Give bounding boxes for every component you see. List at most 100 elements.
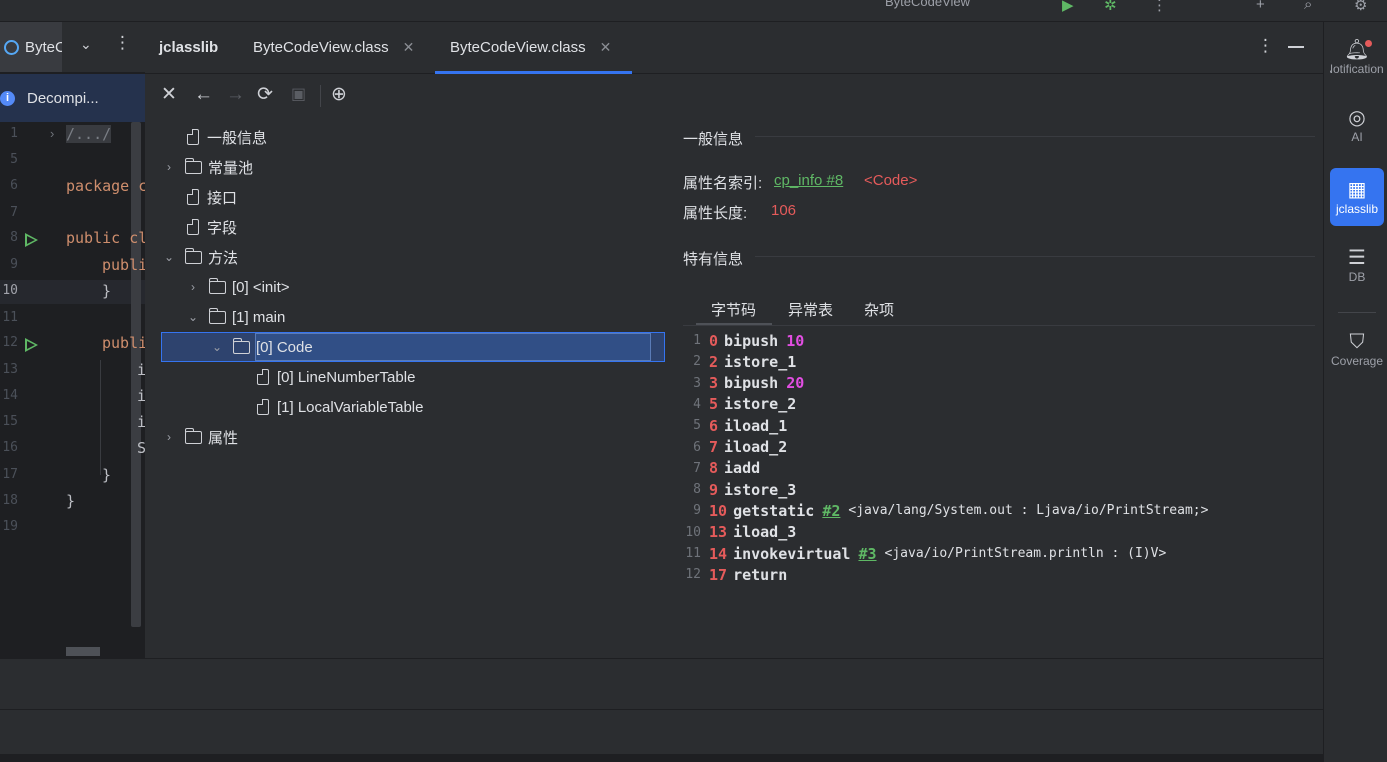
globe-icon[interactable]: ⊕ [331, 85, 347, 105]
tool-jclasslib[interactable]: ▦ jclasslib [1330, 168, 1384, 226]
bytecode-row[interactable]: 12 17 return [681, 564, 795, 585]
class-file-icon [4, 39, 19, 55]
bytecode-row[interactable]: 9 10 getstatic #2 <java/lang/System.out : Lj… [681, 500, 1208, 521]
bytecode-row[interactable]: 10 13 iload_3 [681, 522, 804, 543]
folder-icon [184, 247, 202, 264]
tree-node-fields[interactable]: 字段 [175, 212, 237, 242]
code-line[interactable]: public cl [66, 229, 147, 247]
run-class-icon[interactable] [25, 233, 38, 247]
tool-label: Notifications [1330, 62, 1384, 76]
tree-node-label: [0] Code [256, 338, 313, 356]
tree-node-method-init[interactable]: › [0] <init> [187, 272, 290, 302]
tree-node-interfaces[interactable]: 接口 [175, 182, 237, 212]
bytecode-line-number: 5 [693, 418, 701, 434]
minimize-icon[interactable] [1288, 46, 1304, 48]
add-user-icon[interactable]: + [1256, 0, 1265, 13]
run-config-selector[interactable]: ByteCodeView [885, 0, 970, 9]
file-icon [256, 398, 269, 415]
tree-node-constant-pool[interactable]: › 常量池 [163, 152, 253, 182]
fold-icon[interactable]: › [50, 126, 54, 141]
tree-node-methods[interactable]: ⌄ 方法 [163, 242, 238, 272]
file-icon [186, 218, 199, 235]
expand-arrow-icon[interactable]: › [163, 430, 175, 444]
code-line[interactable]: package c [66, 177, 147, 195]
bytecode-row[interactable]: 3 3 bipush 20 [681, 373, 804, 394]
bytecode-opcode: iload_3 [733, 523, 797, 542]
code-line[interactable]: } [66, 492, 75, 510]
close-icon[interactable]: ✕ [161, 85, 177, 105]
more-icon[interactable]: ⋮ [1257, 36, 1274, 56]
debug-icon[interactable]: ✲ [1104, 0, 1117, 14]
tool-ai[interactable]: ◎ AI [1330, 96, 1384, 154]
attr-length-value: 106 [771, 202, 797, 219]
horizontal-scrollbar[interactable] [66, 647, 100, 656]
bytecode-opcode: invokevirtual [733, 544, 851, 563]
collapse-arrow-icon[interactable]: ⌄ [211, 340, 223, 354]
bytecode-row[interactable]: 11 14 invokevirtual #3 <java/io/PrintStream.… [681, 543, 1166, 564]
settings-icon[interactable]: ⚙ [1354, 0, 1367, 14]
bytecode-row[interactable]: 4 5 istore_2 [681, 394, 804, 415]
tab-bytecodeview-class-2[interactable]: ByteCodeView.class ✕ [450, 39, 611, 56]
tree-node-local-variable-table[interactable]: [1] LocalVariableTable [245, 392, 423, 422]
bytecode-row[interactable]: 7 8 iadd [681, 458, 768, 479]
tool-db[interactable]: ☰ DB [1330, 236, 1384, 294]
tree-node-code[interactable]: ⌄ [0] Code [211, 332, 313, 362]
tab-bytecodeview-class-1[interactable]: ByteCodeView.class ✕ [253, 39, 414, 56]
tool-label: jclasslib [1335, 202, 1378, 216]
code-line[interactable]: /.../ [66, 125, 112, 143]
chevron-down-icon[interactable]: ⌄ [80, 36, 92, 53]
code-line[interactable]: } [102, 282, 111, 300]
bytecode-offset: 9 [709, 480, 719, 499]
code-line[interactable]: publi [102, 334, 147, 352]
refresh-icon[interactable]: ⟳ [257, 85, 273, 105]
active-tab-indicator [435, 71, 632, 74]
tree-node-label: [0] <init> [232, 278, 290, 296]
attr-name-index-value: <Code> [864, 172, 918, 189]
bytecode-row[interactable]: 8 9 istore_3 [681, 479, 804, 500]
constant-pool-ref-link[interactable]: #2 [822, 502, 840, 520]
tool-coverage[interactable]: ⛉ Coverage [1330, 320, 1384, 378]
tab-bytecode[interactable]: 字节码 [711, 299, 756, 320]
bytecode-row[interactable]: 2 2 istore_1 [681, 351, 804, 372]
tree-node-attributes[interactable]: › 属性 [163, 422, 238, 452]
run-icon[interactable]: ▶ [1062, 0, 1074, 14]
close-icon[interactable]: ✕ [600, 39, 612, 55]
expand-arrow-icon[interactable]: › [163, 160, 175, 174]
decompiled-banner[interactable]: i Decompi... [0, 74, 145, 122]
bytecode-row[interactable]: 6 7 iload_2 [681, 437, 795, 458]
expand-arrow-icon[interactable]: › [187, 280, 199, 294]
bytecode-row[interactable]: 1 0 bipush 10 [681, 330, 804, 351]
tool-notifications[interactable]: 🔔︎ Notifications [1330, 28, 1384, 86]
search-icon[interactable]: ⌕ [1304, 0, 1312, 13]
save-icon[interactable]: ▣ [291, 85, 306, 105]
divider [683, 325, 1315, 326]
forward-arrow-icon[interactable]: → [226, 85, 245, 105]
tree-node-label: 常量池 [208, 159, 254, 177]
more-actions-icon[interactable]: ⋮ [1152, 0, 1167, 14]
collapse-arrow-icon[interactable]: ⌄ [187, 310, 199, 324]
jclasslib-icon: ▦ [1347, 179, 1367, 201]
editor-tab[interactable]: ByteCodeView.java [0, 22, 62, 72]
file-icon [256, 368, 269, 385]
indent-guide [100, 360, 101, 475]
tree-node-method-main[interactable]: ⌄ [1] main [187, 302, 285, 332]
notification-badge [1365, 40, 1372, 47]
attr-name-index-link[interactable]: cp_info #8 [774, 172, 843, 189]
code-line[interactable]: publi [102, 256, 147, 274]
more-icon[interactable]: ⋮ [114, 33, 131, 53]
tree-node-line-number-table[interactable]: [0] LineNumberTable [245, 362, 415, 392]
code-line[interactable]: } [102, 466, 111, 484]
constant-pool-ref-link[interactable]: #3 [858, 545, 876, 563]
divider [0, 709, 1323, 710]
bytecode-argument: 10 [786, 331, 805, 350]
tree-node-general-info[interactable]: 一般信息 [175, 122, 267, 152]
bytecode-row[interactable]: 5 6 iload_1 [681, 415, 795, 436]
tree-selection-label-box [255, 333, 651, 361]
tab-misc[interactable]: 杂项 [864, 299, 894, 320]
collapse-arrow-icon[interactable]: ⌄ [163, 250, 175, 264]
back-arrow-icon[interactable]: ← [194, 85, 213, 105]
run-main-icon[interactable] [25, 338, 38, 352]
tab-exception-table[interactable]: 异常表 [788, 299, 833, 320]
line-number: 12 [2, 335, 18, 350]
close-icon[interactable]: ✕ [403, 39, 415, 55]
